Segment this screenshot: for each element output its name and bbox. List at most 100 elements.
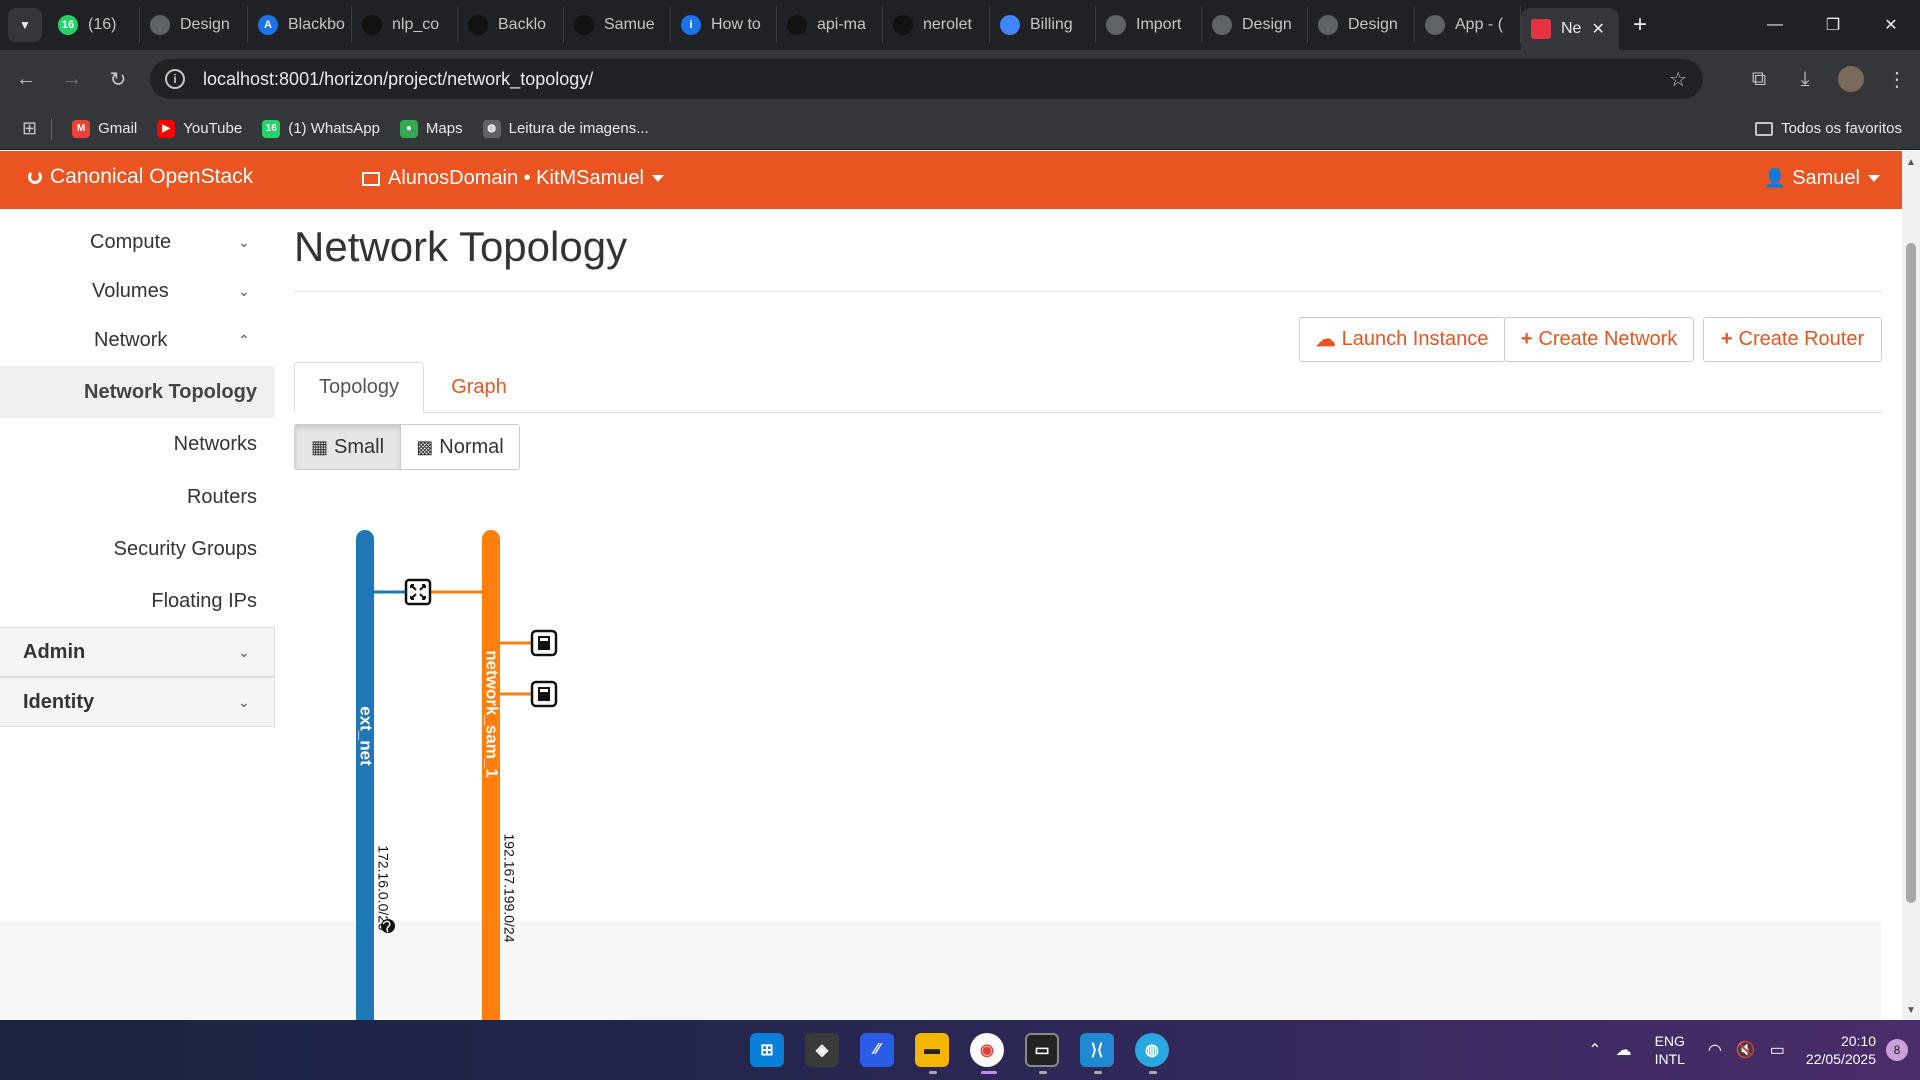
browser-tab[interactable]: nerolet — [883, 7, 990, 43]
sidebar-item-network-topology[interactable]: Network Topology — [0, 366, 275, 418]
running-indicator — [1094, 1071, 1102, 1074]
browser-tab[interactable]: Design — [1308, 7, 1415, 43]
bookmark-item[interactable]: M Gmail — [72, 119, 138, 138]
scrollbar-thumb[interactable] — [1906, 243, 1916, 903]
browser-tab[interactable]: A Blackbo — [248, 7, 352, 43]
browser-tab[interactable]: 16 (16) — [48, 7, 140, 43]
network-ext-net[interactable]: ext_net 172.16.0.0/20 — [356, 530, 395, 1020]
create-network-label: Create Network — [1538, 328, 1678, 350]
brand-link[interactable]: Canonical OpenStack — [28, 165, 253, 189]
browser-tab[interactable]: Design — [140, 7, 248, 43]
chevron-up-icon[interactable]: ⌃ — [1588, 1040, 1601, 1060]
close-tab-icon[interactable]: ✕ — [1591, 19, 1604, 39]
forward-button[interactable]: → — [52, 59, 92, 99]
create-network-button[interactable]: + Create Network — [1504, 317, 1694, 362]
th-grid-icon: ▦ — [310, 436, 328, 457]
sidebar-panel-admin[interactable]: Admin ⌄ — [0, 627, 275, 677]
sidebar-category-volumes[interactable]: Volumes ⌄ — [0, 267, 275, 315]
page-scrollbar[interactable]: ▲ ▼ — [1902, 151, 1920, 1020]
bookmark-label: Gmail — [98, 120, 138, 137]
instance-node[interactable] — [530, 680, 558, 708]
browser-tab[interactable]: Samue — [564, 7, 671, 43]
user-menu[interactable]: 👤 Samuel — [1764, 167, 1880, 190]
windows-start-icon[interactable]: ⊞ — [750, 1033, 784, 1067]
file-explorer-icon[interactable]: ▬ — [915, 1033, 949, 1067]
globe-icon — [381, 919, 395, 933]
notification-badge[interactable]: 8 — [1886, 1039, 1908, 1061]
reload-button[interactable]: ↻ — [98, 59, 138, 99]
site-info-icon[interactable]: i — [165, 69, 185, 89]
wifi-icon[interactable]: ◠ — [1708, 1040, 1722, 1060]
browser-tab[interactable]: Backlo — [458, 7, 564, 43]
normal-view-label: Normal — [439, 435, 504, 458]
sidebar-category-network[interactable]: Network ⌃ — [0, 316, 275, 364]
browser-tab[interactable]: api-ma — [777, 7, 883, 43]
create-router-button[interactable]: + Create Router — [1703, 317, 1882, 362]
sidebar-item-label: Network Topology — [84, 380, 257, 403]
browser-tab[interactable]: App - ( — [1415, 7, 1521, 43]
sidebar-panel-identity[interactable]: Identity ⌄ — [0, 677, 275, 727]
tab-graph[interactable]: Graph — [424, 362, 534, 413]
launch-instance-button[interactable]: ☁ Launch Instance — [1299, 317, 1505, 362]
new-tab-button[interactable]: + — [1633, 11, 1647, 39]
bookmark-item[interactable]: ● Maps — [399, 119, 463, 138]
browser-tab-title: (16) — [88, 16, 117, 33]
bookmark-item[interactable]: ▶ YouTube — [157, 119, 242, 138]
cloud-offline-icon[interactable]: ☁ — [1616, 1040, 1632, 1060]
tab-topology[interactable]: Topology — [294, 362, 424, 413]
browser-tab[interactable]: Design — [1202, 7, 1308, 43]
close-window-icon[interactable]: ✕ — [1862, 0, 1920, 50]
bookmark-item[interactable]: 16 (1) WhatsApp — [262, 119, 380, 138]
browser-tab[interactable]: nlp_co — [352, 7, 458, 43]
project-picker[interactable]: AlunosDomain • KitMSamuel — [362, 167, 664, 190]
bookmark-item[interactable]: ◍ Leitura de imagens... — [482, 119, 649, 138]
unity-hub-icon[interactable]: ◈ — [805, 1033, 839, 1067]
sidebar-item-networks[interactable]: Networks — [0, 418, 275, 470]
clock[interactable]: 20:10 22/05/2025 — [1806, 1032, 1876, 1068]
browser-tab[interactable]: i How to — [671, 7, 777, 43]
chrome-icon[interactable]: ◉ — [970, 1033, 1004, 1067]
back-button[interactable]: ← — [6, 59, 46, 99]
restore-icon[interactable]: ❐ — [1804, 0, 1862, 50]
terminal-icon[interactable]: ▭ — [1025, 1033, 1059, 1067]
small-view-button[interactable]: ▦ Small — [294, 424, 401, 470]
clock-time: 20:10 — [1840, 1033, 1876, 1049]
browser-tab[interactable]: Billing — [990, 7, 1096, 43]
scroll-down-icon[interactable]: ▼ — [1906, 1005, 1916, 1016]
address-bar[interactable]: i localhost:8001/horizon/project/network… — [150, 59, 1703, 99]
network-network-sam-1[interactable]: network_sam_1 192.167.199.0/24 — [482, 530, 517, 1020]
tab-search-button[interactable]: ▼ — [8, 8, 42, 42]
scroll-up-icon[interactable]: ▲ — [1906, 157, 1916, 168]
speaker-muted-icon[interactable]: 🔇 — [1736, 1040, 1756, 1060]
vscode-icon[interactable]: ⟩⟨ — [1080, 1033, 1114, 1067]
sidebar-category-compute[interactable]: Compute ⌄ — [0, 218, 275, 266]
globe-icon — [1318, 15, 1338, 35]
downloads-icon[interactable]: ⤓ — [1782, 68, 1828, 91]
ai-app-icon[interactable]: ⁄⁄ — [860, 1033, 894, 1067]
minimize-icon[interactable]: — — [1746, 0, 1804, 50]
battery-icon[interactable]: ▭ — [1770, 1040, 1785, 1060]
bookmark-star-icon[interactable]: ☆ — [1669, 67, 1687, 92]
extensions-icon[interactable]: ⧉ — [1736, 68, 1782, 91]
apps-grid-icon[interactable]: ⊞ — [22, 118, 37, 139]
network-app-icon[interactable]: ◍ — [1135, 1033, 1169, 1067]
all-bookmarks-button[interactable]: Todos os favoritos — [1755, 120, 1902, 137]
bookmarks-bar: ⊞ M Gmail ▶ YouTube 16 (1) WhatsApp ● Maps ◍ Leit… — [0, 108, 1920, 150]
browser-tab[interactable]: Ne ✕ — [1521, 8, 1619, 50]
sidebar-item-routers[interactable]: Routers — [0, 471, 275, 523]
browser-tab[interactable]: Import — [1096, 7, 1202, 43]
network-name: network_sam_1 — [483, 650, 502, 778]
browser-menu-icon[interactable]: ⋮ — [1874, 67, 1920, 92]
sidebar-item-floating-ips[interactable]: Floating IPs — [0, 575, 275, 627]
browser-tab-title: Import — [1136, 16, 1182, 33]
sidebar-category-label: Compute — [90, 230, 172, 253]
address-bar-url[interactable]: localhost:8001/horizon/project/network_t… — [203, 69, 593, 90]
sidebar-item-security-groups[interactable]: Security Groups — [0, 523, 275, 575]
window-controls: — ❐ ✕ — [1746, 0, 1920, 50]
normal-view-button[interactable]: ▩ Normal — [400, 424, 520, 470]
instance-icon-slot — [540, 689, 548, 692]
router-node[interactable] — [404, 578, 432, 606]
instance-node[interactable] — [530, 629, 558, 657]
profile-avatar[interactable] — [1838, 66, 1864, 92]
language-indicator[interactable]: ENG INTL — [1655, 1032, 1685, 1068]
